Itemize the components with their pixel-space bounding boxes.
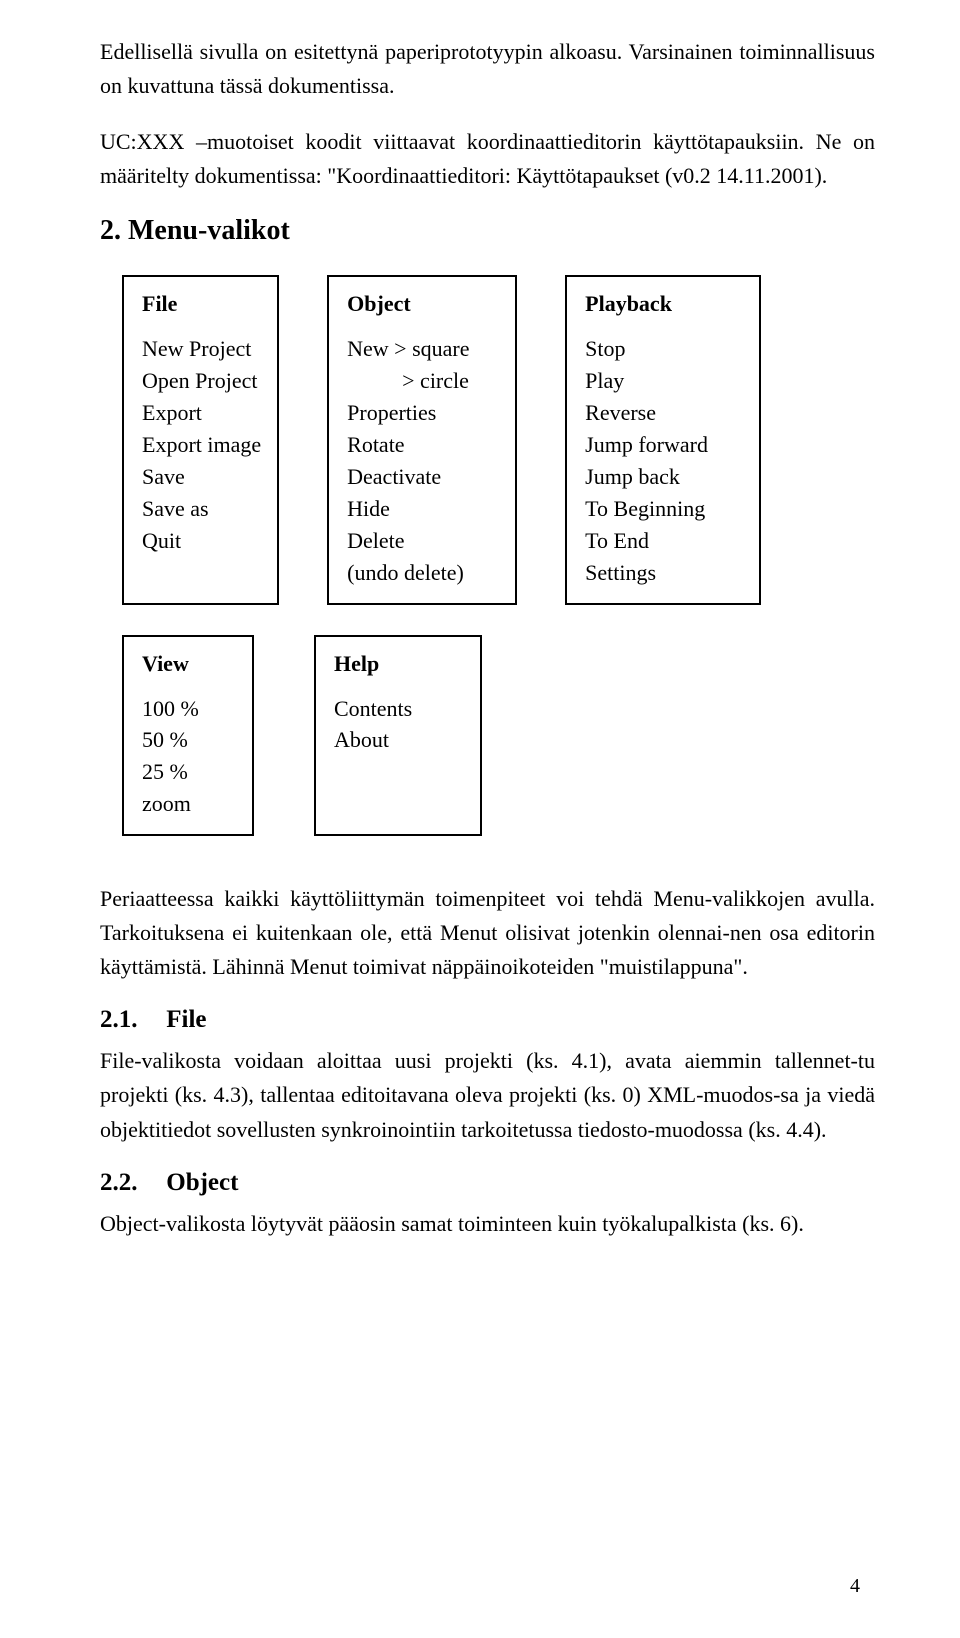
menu-row-1: File New Project Open Project Export Exp… <box>100 275 875 604</box>
subsection-heading-file: 2.1. File <box>100 1006 875 1034</box>
menu-items-playback: Stop Play Reverse Jump forward Jump back… <box>585 333 743 588</box>
menu-block-view: View 100 % 50 % 25 % zoom <box>122 635 254 837</box>
intro-paragraph-2: UC:XXX –muotoiset koodit viittaavat koor… <box>100 125 875 193</box>
menu-items-file: New Project Open Project Export Export i… <box>142 333 261 556</box>
paragraph-file: File-valikosta voidaan aloittaa uusi pro… <box>100 1044 875 1146</box>
menu-items-view: 100 % 50 % 25 % zoom <box>142 693 236 821</box>
menu-title-help: Help <box>334 651 464 677</box>
menu-title-file: File <box>142 291 261 317</box>
section-heading-menus: 2. Menu-valikot <box>100 215 875 247</box>
menu-row-2: View 100 % 50 % 25 % zoom Help Contents … <box>100 635 875 837</box>
menu-items-object: New > square > circle Properties Rotate … <box>347 333 499 588</box>
subsection-number-object: 2.2. <box>100 1169 160 1197</box>
paragraph-menus-summary: Periaatteessa kaikki käyttöliittymän toi… <box>100 882 875 984</box>
menu-block-help: Help Contents About <box>314 635 482 837</box>
menu-items-help: Contents About <box>334 693 464 757</box>
menu-block-file: File New Project Open Project Export Exp… <box>122 275 279 604</box>
subsection-title-file: File <box>166 1006 206 1033</box>
menu-title-object: Object <box>347 291 499 317</box>
paragraph-object: Object-valikosta löytyvät pääosin samat … <box>100 1207 875 1241</box>
subsection-title-object: Object <box>166 1169 238 1196</box>
intro-paragraph-1: Edellisellä sivulla on esitettynä paperi… <box>100 35 875 103</box>
menu-title-playback: Playback <box>585 291 743 317</box>
menu-title-view: View <box>142 651 236 677</box>
subsection-number-file: 2.1. <box>100 1006 160 1034</box>
subsection-heading-object: 2.2. Object <box>100 1169 875 1197</box>
menu-block-playback: Playback Stop Play Reverse Jump forward … <box>565 275 761 604</box>
menu-block-object: Object New > square > circle Properties … <box>327 275 517 604</box>
page-number: 4 <box>850 1575 860 1598</box>
